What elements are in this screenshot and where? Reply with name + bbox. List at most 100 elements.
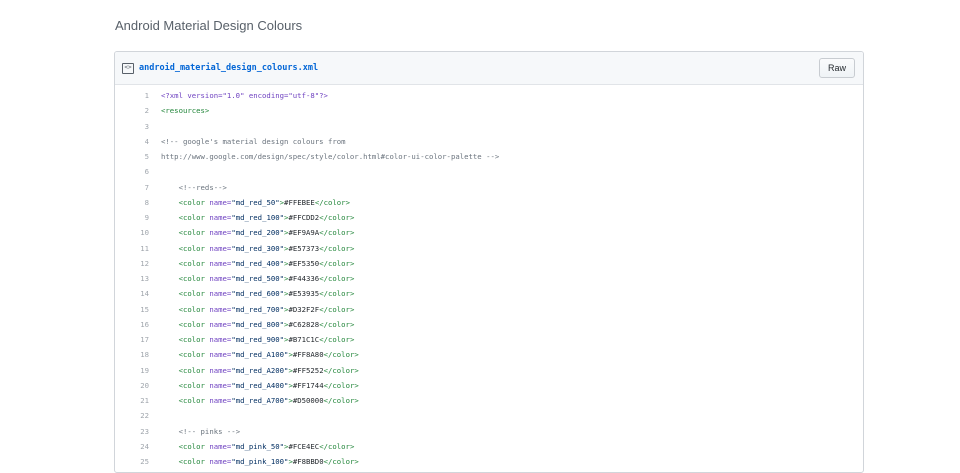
code-token: #B71C1C xyxy=(288,335,320,344)
code-token: #EF5350 xyxy=(288,258,320,268)
code-line: 9 <color name="md_red_100">#FFCDD2</colo… xyxy=(115,210,863,225)
line-number[interactable]: 8 xyxy=(115,195,161,210)
file-name-link[interactable]: android_material_design_colours.xml xyxy=(139,63,318,73)
line-number[interactable]: 20 xyxy=(115,378,161,393)
line-content: <color name="md_red_400">#EF5350</color> xyxy=(161,256,355,271)
line-number[interactable]: 17 xyxy=(115,332,161,347)
line-content: <?xml version="1.0" encoding="utf-8"?> xyxy=(161,88,328,103)
code-line: 3 xyxy=(115,119,863,134)
line-number[interactable]: 2 xyxy=(115,103,161,118)
code-line: 16 <color name="md_red_800">#C62828</col… xyxy=(115,317,863,332)
file-info: <> android_material_design_colours.xml xyxy=(122,62,318,74)
line-number[interactable]: 16 xyxy=(115,317,161,332)
line-content: <color name="md_red_A400">#FF1744</color… xyxy=(161,378,359,393)
code-token: "md_red_800" xyxy=(231,319,285,329)
line-number[interactable]: 23 xyxy=(115,424,161,439)
code-token: <color xyxy=(178,335,210,344)
code-token: name= xyxy=(209,274,232,283)
code-line: 8 <color name="md_red_50">#FFEBEE</color… xyxy=(115,195,863,210)
line-number[interactable]: 10 xyxy=(115,225,161,240)
code-token: "md_red_50" xyxy=(231,197,280,207)
code-token: name= xyxy=(209,243,232,253)
line-number[interactable]: 15 xyxy=(115,302,161,317)
line-number[interactable]: 21 xyxy=(115,393,161,408)
line-number[interactable]: 12 xyxy=(115,256,161,271)
code-token: "md_red_900" xyxy=(231,335,285,344)
code-line: 25 <color name="md_pink_100">#F8BBD0</co… xyxy=(115,454,863,469)
code-line: 23 <!-- pinks --> xyxy=(115,424,863,439)
line-content: <color name="md_red_50">#FFEBEE</color> xyxy=(161,195,350,210)
raw-button[interactable]: Raw xyxy=(818,58,855,78)
code-token: <color xyxy=(178,228,210,238)
line-number[interactable]: 3 xyxy=(115,119,161,134)
code-token: <color xyxy=(178,258,210,268)
code-token: "md_red_100" xyxy=(231,213,285,222)
code-token: name= xyxy=(209,319,232,329)
code-token: </color> xyxy=(319,213,355,222)
line-number[interactable]: 6 xyxy=(115,164,161,179)
line-number[interactable]: 25 xyxy=(115,454,161,469)
code-token: "md_red_700" xyxy=(231,304,285,314)
code-token: #FCE4EC xyxy=(288,441,320,451)
code-token: </color> xyxy=(319,274,355,283)
code-token: name= xyxy=(209,335,232,344)
line-number[interactable]: 24 xyxy=(115,439,161,454)
code-token: "md_red_400" xyxy=(231,258,285,268)
code-line: 12 <color name="md_red_400">#EF5350</col… xyxy=(115,256,863,271)
line-content: <color name="md_red_900">#B71C1C</color> xyxy=(161,332,355,347)
code-line: 4 <!-- google's material design colours f… xyxy=(115,134,863,149)
code-token: #FFEBEE xyxy=(284,197,315,207)
line-number[interactable]: 13 xyxy=(115,271,161,286)
code-token: name= xyxy=(209,258,232,268)
code-token: </color> xyxy=(319,289,355,299)
code-token: </color> xyxy=(319,304,355,314)
line-number[interactable]: 18 xyxy=(115,347,161,362)
line-number[interactable]: 7 xyxy=(115,180,161,195)
line-content: http://www.google.com/design/spec/style/… xyxy=(161,149,499,164)
code-token: <color xyxy=(178,304,210,314)
line-number[interactable]: 5 xyxy=(115,149,161,164)
code-token: <color xyxy=(178,396,210,405)
line-number[interactable]: 11 xyxy=(115,241,161,256)
code-token: name= xyxy=(209,350,232,360)
line-content: <color name="md_red_A700">#D50000</color… xyxy=(161,393,359,408)
code-token: "md_red_A200" xyxy=(231,365,289,375)
code-token: </color> xyxy=(314,197,350,207)
line-number[interactable]: 19 xyxy=(115,363,161,378)
code-token: <color xyxy=(178,289,210,299)
code-token: <color xyxy=(178,350,210,360)
code-token: <color xyxy=(178,319,210,329)
code-token: </color> xyxy=(319,228,355,238)
line-number[interactable]: 22 xyxy=(115,408,161,423)
line-number[interactable]: 4 xyxy=(115,134,161,149)
code-token: <resources> xyxy=(161,106,210,116)
code-token: name= xyxy=(209,289,232,299)
line-content: <color name="md_red_A100">#FF8A80</color… xyxy=(161,347,359,362)
gist-file: <> android_material_design_colours.xml R… xyxy=(114,51,864,473)
code-line: 18 <color name="md_red_A100">#FF8A80</co… xyxy=(115,347,863,362)
code-token: <color xyxy=(178,380,210,390)
code-line: 5 http://www.google.com/design/spec/style… xyxy=(115,149,863,164)
line-content: <color name="md_red_200">#EF9A9A</color> xyxy=(161,225,355,240)
line-number[interactable]: 14 xyxy=(115,286,161,301)
line-content: <color name="md_red_A200">#FF5252</color… xyxy=(161,363,359,378)
line-number[interactable]: 1 xyxy=(115,88,161,103)
line-content: <resources> xyxy=(161,103,209,118)
code-line: 19 <color name="md_red_A200">#FF5252</co… xyxy=(115,363,863,378)
code-line: 6 xyxy=(115,164,863,179)
code-token: #D50000 xyxy=(292,396,324,405)
code-token: </color> xyxy=(319,441,355,451)
code-token: #F8BBD0 xyxy=(292,457,324,466)
line-content: <color name="md_pink_100">#F8BBD0</color… xyxy=(161,454,359,469)
code-token: </color> xyxy=(319,319,355,329)
line-number[interactable]: 9 xyxy=(115,210,161,225)
